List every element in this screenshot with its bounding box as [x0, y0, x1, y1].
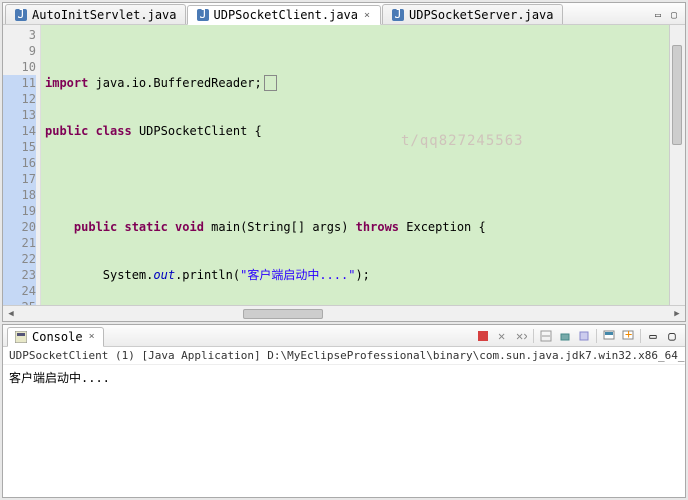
line-number: 17: [3, 171, 36, 187]
line-number: 14: [3, 123, 36, 139]
horizontal-scrollbar[interactable]: ◀ ▶: [3, 305, 685, 321]
console-tabs: Console × ✕ ✕✕ + ▭ ▢: [3, 325, 685, 347]
open-console-icon[interactable]: +: [619, 327, 637, 345]
console-process-label: UDPSocketClient (1) [Java Application] D…: [3, 347, 685, 365]
svg-text:✕✕: ✕✕: [516, 330, 527, 342]
tab-label: AutoInitServlet.java: [32, 8, 177, 22]
line-number: 10: [3, 59, 36, 75]
console-tab[interactable]: Console ×: [7, 327, 104, 347]
scroll-left-icon[interactable]: ◀: [3, 307, 19, 321]
tab-autoinitservlet[interactable]: J AutoInitServlet.java: [5, 4, 186, 24]
line-number: 13: [3, 107, 36, 123]
svg-text:✕: ✕: [498, 330, 505, 342]
console-panel: Console × ✕ ✕✕ + ▭ ▢ UDPSocketClient (1)…: [2, 324, 686, 498]
maximize-icon[interactable]: ▢: [663, 327, 681, 345]
line-number: 21: [3, 235, 36, 251]
line-number: 22: [3, 251, 36, 267]
remove-all-icon[interactable]: ✕✕: [512, 327, 530, 345]
svg-text:J: J: [394, 8, 401, 21]
line-number: 23: [3, 267, 36, 283]
tab-udpsocketclient[interactable]: J UDPSocketClient.java ×: [187, 5, 382, 25]
console-tab-label: Console: [32, 330, 83, 344]
svg-text:J: J: [17, 8, 24, 21]
line-number: 18: [3, 187, 36, 203]
clear-console-icon[interactable]: [537, 327, 555, 345]
line-number: 3: [3, 27, 36, 43]
line-number: 15: [3, 139, 36, 155]
console-output[interactable]: 客户端启动中....: [3, 365, 685, 497]
scroll-thumb[interactable]: [243, 309, 323, 319]
svg-text:+: +: [625, 330, 632, 341]
minimize-icon[interactable]: ▭: [651, 8, 665, 22]
editor-panel: J AutoInitServlet.java J UDPSocketClient…: [2, 2, 686, 322]
console-toolbar: ✕ ✕✕ + ▭ ▢: [474, 327, 681, 345]
line-number: 9: [3, 43, 36, 59]
minimize-icon[interactable]: ▭: [644, 327, 662, 345]
close-icon[interactable]: ×: [362, 10, 372, 20]
tab-label: UDPSocketClient.java: [214, 8, 359, 22]
console-icon: [14, 330, 28, 344]
java-file-icon: J: [391, 8, 405, 22]
line-number: 24: [3, 283, 36, 299]
line-number: 20: [3, 219, 36, 235]
line-gutter[interactable]: 3 9 10 11 12 13 14 15 16 17 18 19 20 21 …: [3, 25, 41, 305]
code-area: 3 9 10 11 12 13 14 15 16 17 18 19 20 21 …: [3, 25, 685, 305]
line-number: 16: [3, 155, 36, 171]
svg-text:J: J: [199, 8, 206, 21]
editor-tabs: J AutoInitServlet.java J UDPSocketClient…: [3, 3, 685, 25]
code-editor[interactable]: t/qq827245563 import java.io.BufferedRea…: [41, 25, 669, 305]
scroll-right-icon[interactable]: ▶: [669, 307, 685, 321]
java-file-icon: J: [196, 8, 210, 22]
line-number: 19: [3, 203, 36, 219]
vertical-scrollbar[interactable]: [669, 25, 685, 305]
java-file-icon: J: [14, 8, 28, 22]
close-icon[interactable]: ×: [87, 332, 97, 342]
line-number: 11: [3, 75, 36, 91]
display-selected-icon[interactable]: [600, 327, 618, 345]
remove-launch-icon[interactable]: ✕: [493, 327, 511, 345]
tabs-controls: ▭ ▢: [647, 6, 685, 24]
maximize-icon[interactable]: ▢: [667, 8, 681, 22]
pin-console-icon[interactable]: [575, 327, 593, 345]
scroll-thumb[interactable]: [672, 45, 682, 145]
line-number: 12: [3, 91, 36, 107]
tab-udpsocketserver[interactable]: J UDPSocketServer.java: [382, 4, 563, 24]
tab-label: UDPSocketServer.java: [409, 8, 554, 22]
terminate-icon[interactable]: [474, 327, 492, 345]
scroll-lock-icon[interactable]: [556, 327, 574, 345]
